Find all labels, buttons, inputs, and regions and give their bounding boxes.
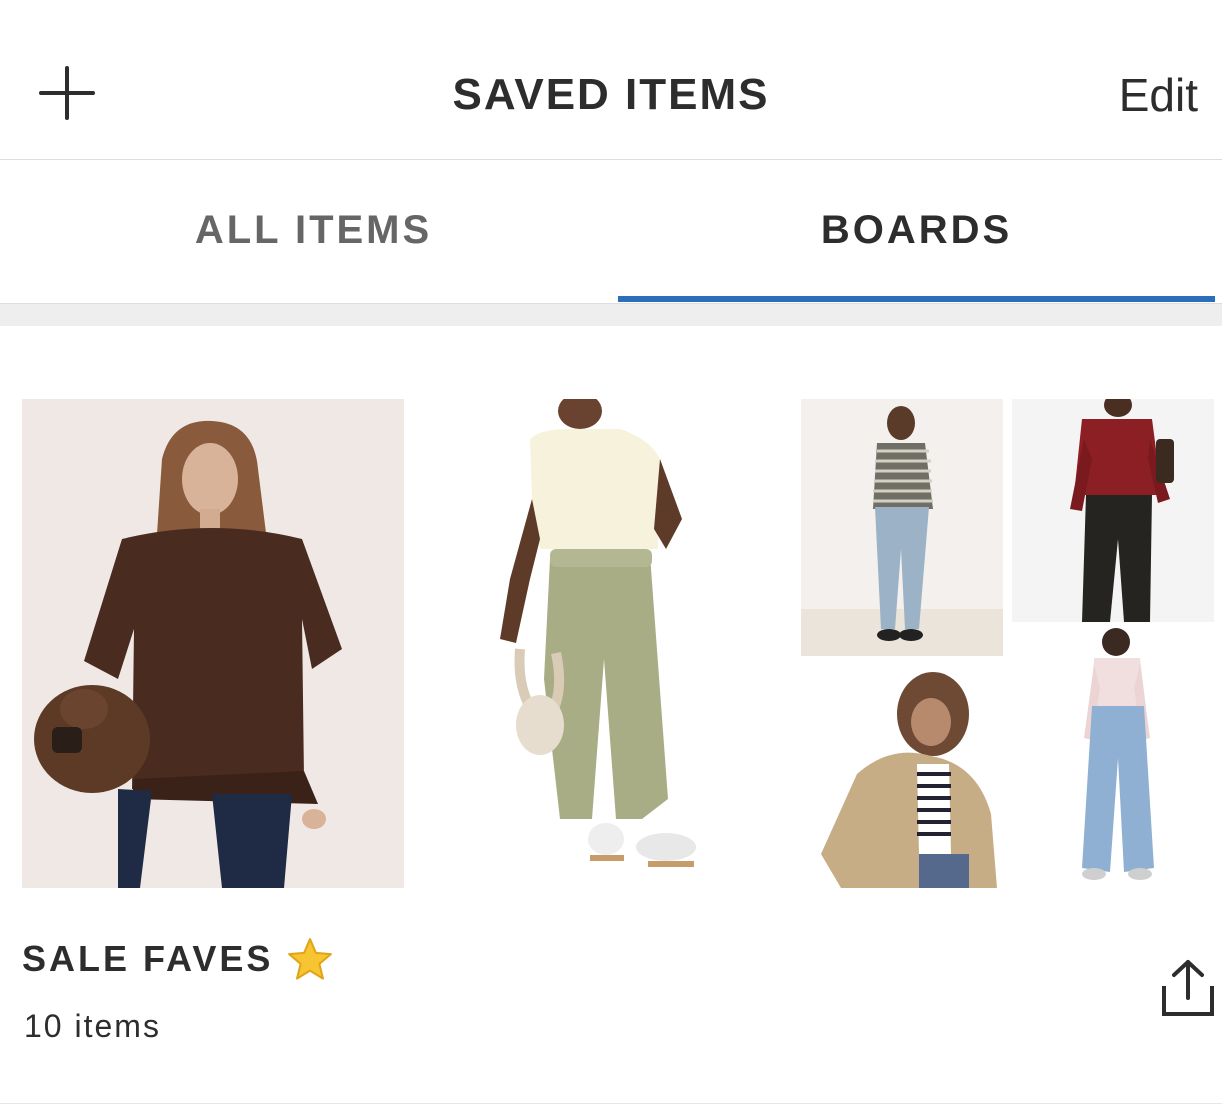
- board-thumbnail-2: [420, 399, 792, 888]
- board-thumbnail-3: [801, 399, 1003, 656]
- tab-boards[interactable]: BOARDS: [611, 208, 1222, 253]
- board-thumbnail-1: [22, 399, 404, 888]
- active-tab-indicator: [618, 296, 1215, 302]
- star-icon: [288, 938, 333, 980]
- board-name: SALE FAVES: [22, 938, 274, 979]
- board-card[interactable]: SALE FAVES 10 items: [0, 326, 1222, 1105]
- board-thumbnail-4: [1012, 399, 1214, 622]
- section-divider: [0, 304, 1222, 326]
- tab-all-items[interactable]: ALL ITEMS: [8, 208, 619, 253]
- board-item-count: 10 items: [24, 1008, 161, 1044]
- page-title: SAVED ITEMS: [452, 70, 770, 119]
- share-icon: [1162, 960, 1214, 1016]
- edit-button[interactable]: Edit: [1119, 68, 1198, 122]
- share-board-button[interactable]: [1160, 958, 1216, 1020]
- board-title-row: SALE FAVES: [22, 934, 333, 984]
- board-thumbnail-6: [1012, 628, 1214, 888]
- board-thumbnail-5: [801, 664, 1003, 888]
- top-bar: SAVED ITEMS Edit: [0, 0, 1222, 160]
- bottom-divider: [0, 1103, 1222, 1104]
- tab-bar: ALL ITEMS BOARDS: [0, 160, 1222, 304]
